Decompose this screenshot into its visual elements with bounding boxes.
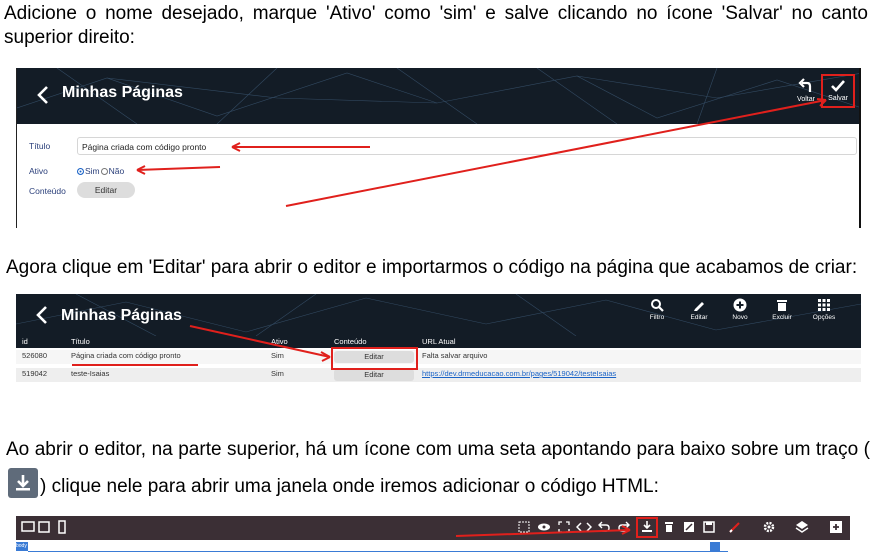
voltar-button[interactable]: Voltar: [791, 78, 821, 103]
border-icon[interactable]: [516, 519, 532, 535]
instruction-paragraph-3: Ao abrir o editor, na parte superior, há…: [6, 432, 870, 505]
cell-url: Falta salvar arquivo: [422, 351, 488, 360]
checkmark-icon: [831, 80, 845, 92]
ativo-label: Ativo: [29, 166, 48, 176]
screenshot-page-form: Minhas Páginas Voltar Salvar Título Pági…: [16, 68, 861, 228]
editar-row-button[interactable]: Editar: [334, 351, 414, 363]
plus-circle-icon: [733, 298, 747, 312]
blocks-plus-icon[interactable]: [828, 519, 844, 535]
column-header: URL Atual: [422, 337, 456, 346]
search-icon: [651, 299, 664, 312]
column-header: Ativo: [271, 337, 288, 346]
novo-button[interactable]: Novo: [720, 298, 760, 321]
paragraph-3-text-after: ) clique nele para abrir uma janela onde…: [40, 476, 659, 497]
page-title: Minhas Páginas: [61, 307, 182, 324]
instruction-paragraph-2: Agora clique em 'Editar' para abrir o ed…: [6, 257, 858, 278]
salvar-button[interactable]: Salvar: [821, 74, 855, 108]
screenshot-editor: body: [16, 516, 850, 555]
pencil-icon: [694, 302, 704, 311]
cell-id: 526080: [22, 351, 48, 360]
import-download-icon[interactable]: [639, 519, 655, 535]
instruction-paragraph-1: Adicione o nome desejado, marque 'Ativo'…: [4, 3, 868, 48]
editor-toolbar: [16, 516, 850, 540]
redo-icon[interactable]: [616, 519, 632, 535]
cell-ativo: Sim: [271, 369, 284, 378]
preview-eye-icon[interactable]: [536, 519, 552, 535]
conteudo-label: Conteúdo: [29, 186, 66, 196]
tablet-icon[interactable]: [36, 519, 52, 535]
editar-row-button[interactable]: Editar: [334, 369, 414, 381]
titulo-input[interactable]: Página criada com código pronto: [77, 137, 857, 155]
grid-icon: [818, 299, 830, 311]
editar-button[interactable]: Editar: [77, 182, 135, 198]
cell-titulo: Página criada com código pronto: [71, 351, 181, 360]
table-row[interactable]: 519042 teste-Isaias Sim Editar https://d…: [16, 368, 861, 382]
column-header: Título: [71, 337, 90, 346]
chevron-left-icon[interactable]: [32, 301, 52, 329]
save-icon[interactable]: [701, 519, 717, 535]
sim-label: Sim: [85, 166, 100, 176]
form-header: Minhas Páginas Voltar Salvar: [17, 68, 859, 124]
editar-tool-label: Editar: [690, 314, 708, 321]
voltar-label: Voltar: [797, 96, 815, 103]
desktop-icon[interactable]: [20, 519, 36, 535]
cell-ativo: Sim: [271, 351, 284, 360]
cell-id: 519042: [22, 369, 48, 378]
table-row[interactable]: 526080 Página criada com código pronto S…: [16, 350, 861, 364]
excluir-button[interactable]: Excluir: [762, 298, 802, 321]
titulo-label: Título: [29, 141, 51, 151]
edit-icon[interactable]: [681, 519, 697, 535]
nao-radio[interactable]: [100, 168, 108, 175]
cell-url-link[interactable]: https://dev.drmeducacao.com.br/pages/519…: [422, 369, 616, 378]
body-tag-badge: body: [16, 542, 28, 551]
list-header: Minhas Páginas Filtro Editar Novo Exclui…: [16, 294, 861, 336]
undo-icon[interactable]: [596, 519, 612, 535]
filtro-button[interactable]: Filtro: [637, 298, 677, 321]
mobile-icon[interactable]: [54, 519, 70, 535]
table-header: id Título Ativo Conteúdo URL Atual: [16, 336, 861, 348]
salvar-label: Salvar: [828, 95, 848, 102]
undo-icon: [798, 78, 812, 92]
opcoes-label: Opções: [812, 314, 836, 321]
column-header: Conteúdo: [334, 337, 367, 346]
trash-icon: [777, 300, 787, 311]
document-icon: [710, 542, 720, 552]
nao-label: Não: [108, 166, 125, 176]
brush-icon[interactable]: [727, 519, 743, 535]
body-outline: [28, 551, 728, 552]
chevron-left-icon[interactable]: [33, 81, 53, 109]
screenshot-page-list: Minhas Páginas Filtro Editar Novo Exclui…: [16, 294, 861, 382]
sim-radio[interactable]: [77, 168, 84, 175]
layers-icon[interactable]: [794, 519, 810, 535]
code-icon[interactable]: [576, 519, 592, 535]
opcoes-button[interactable]: Opções: [804, 298, 844, 321]
gear-icon[interactable]: [761, 519, 777, 535]
import-download-icon: [8, 468, 38, 498]
filtro-label: Filtro: [649, 314, 665, 321]
novo-label: Novo: [732, 314, 748, 321]
cell-titulo: teste-Isaias: [71, 369, 110, 378]
page-title: Minhas Páginas: [62, 84, 183, 101]
editar-tool-button[interactable]: Editar: [679, 298, 719, 321]
fullscreen-icon[interactable]: [556, 519, 572, 535]
column-header: id: [22, 337, 28, 346]
ativo-radio-group: Sim Não: [77, 166, 124, 176]
paragraph-3-text-before: Ao abrir o editor, na parte superior, há…: [6, 439, 870, 460]
trash-icon[interactable]: [661, 519, 677, 535]
excluir-label: Excluir: [772, 314, 792, 321]
